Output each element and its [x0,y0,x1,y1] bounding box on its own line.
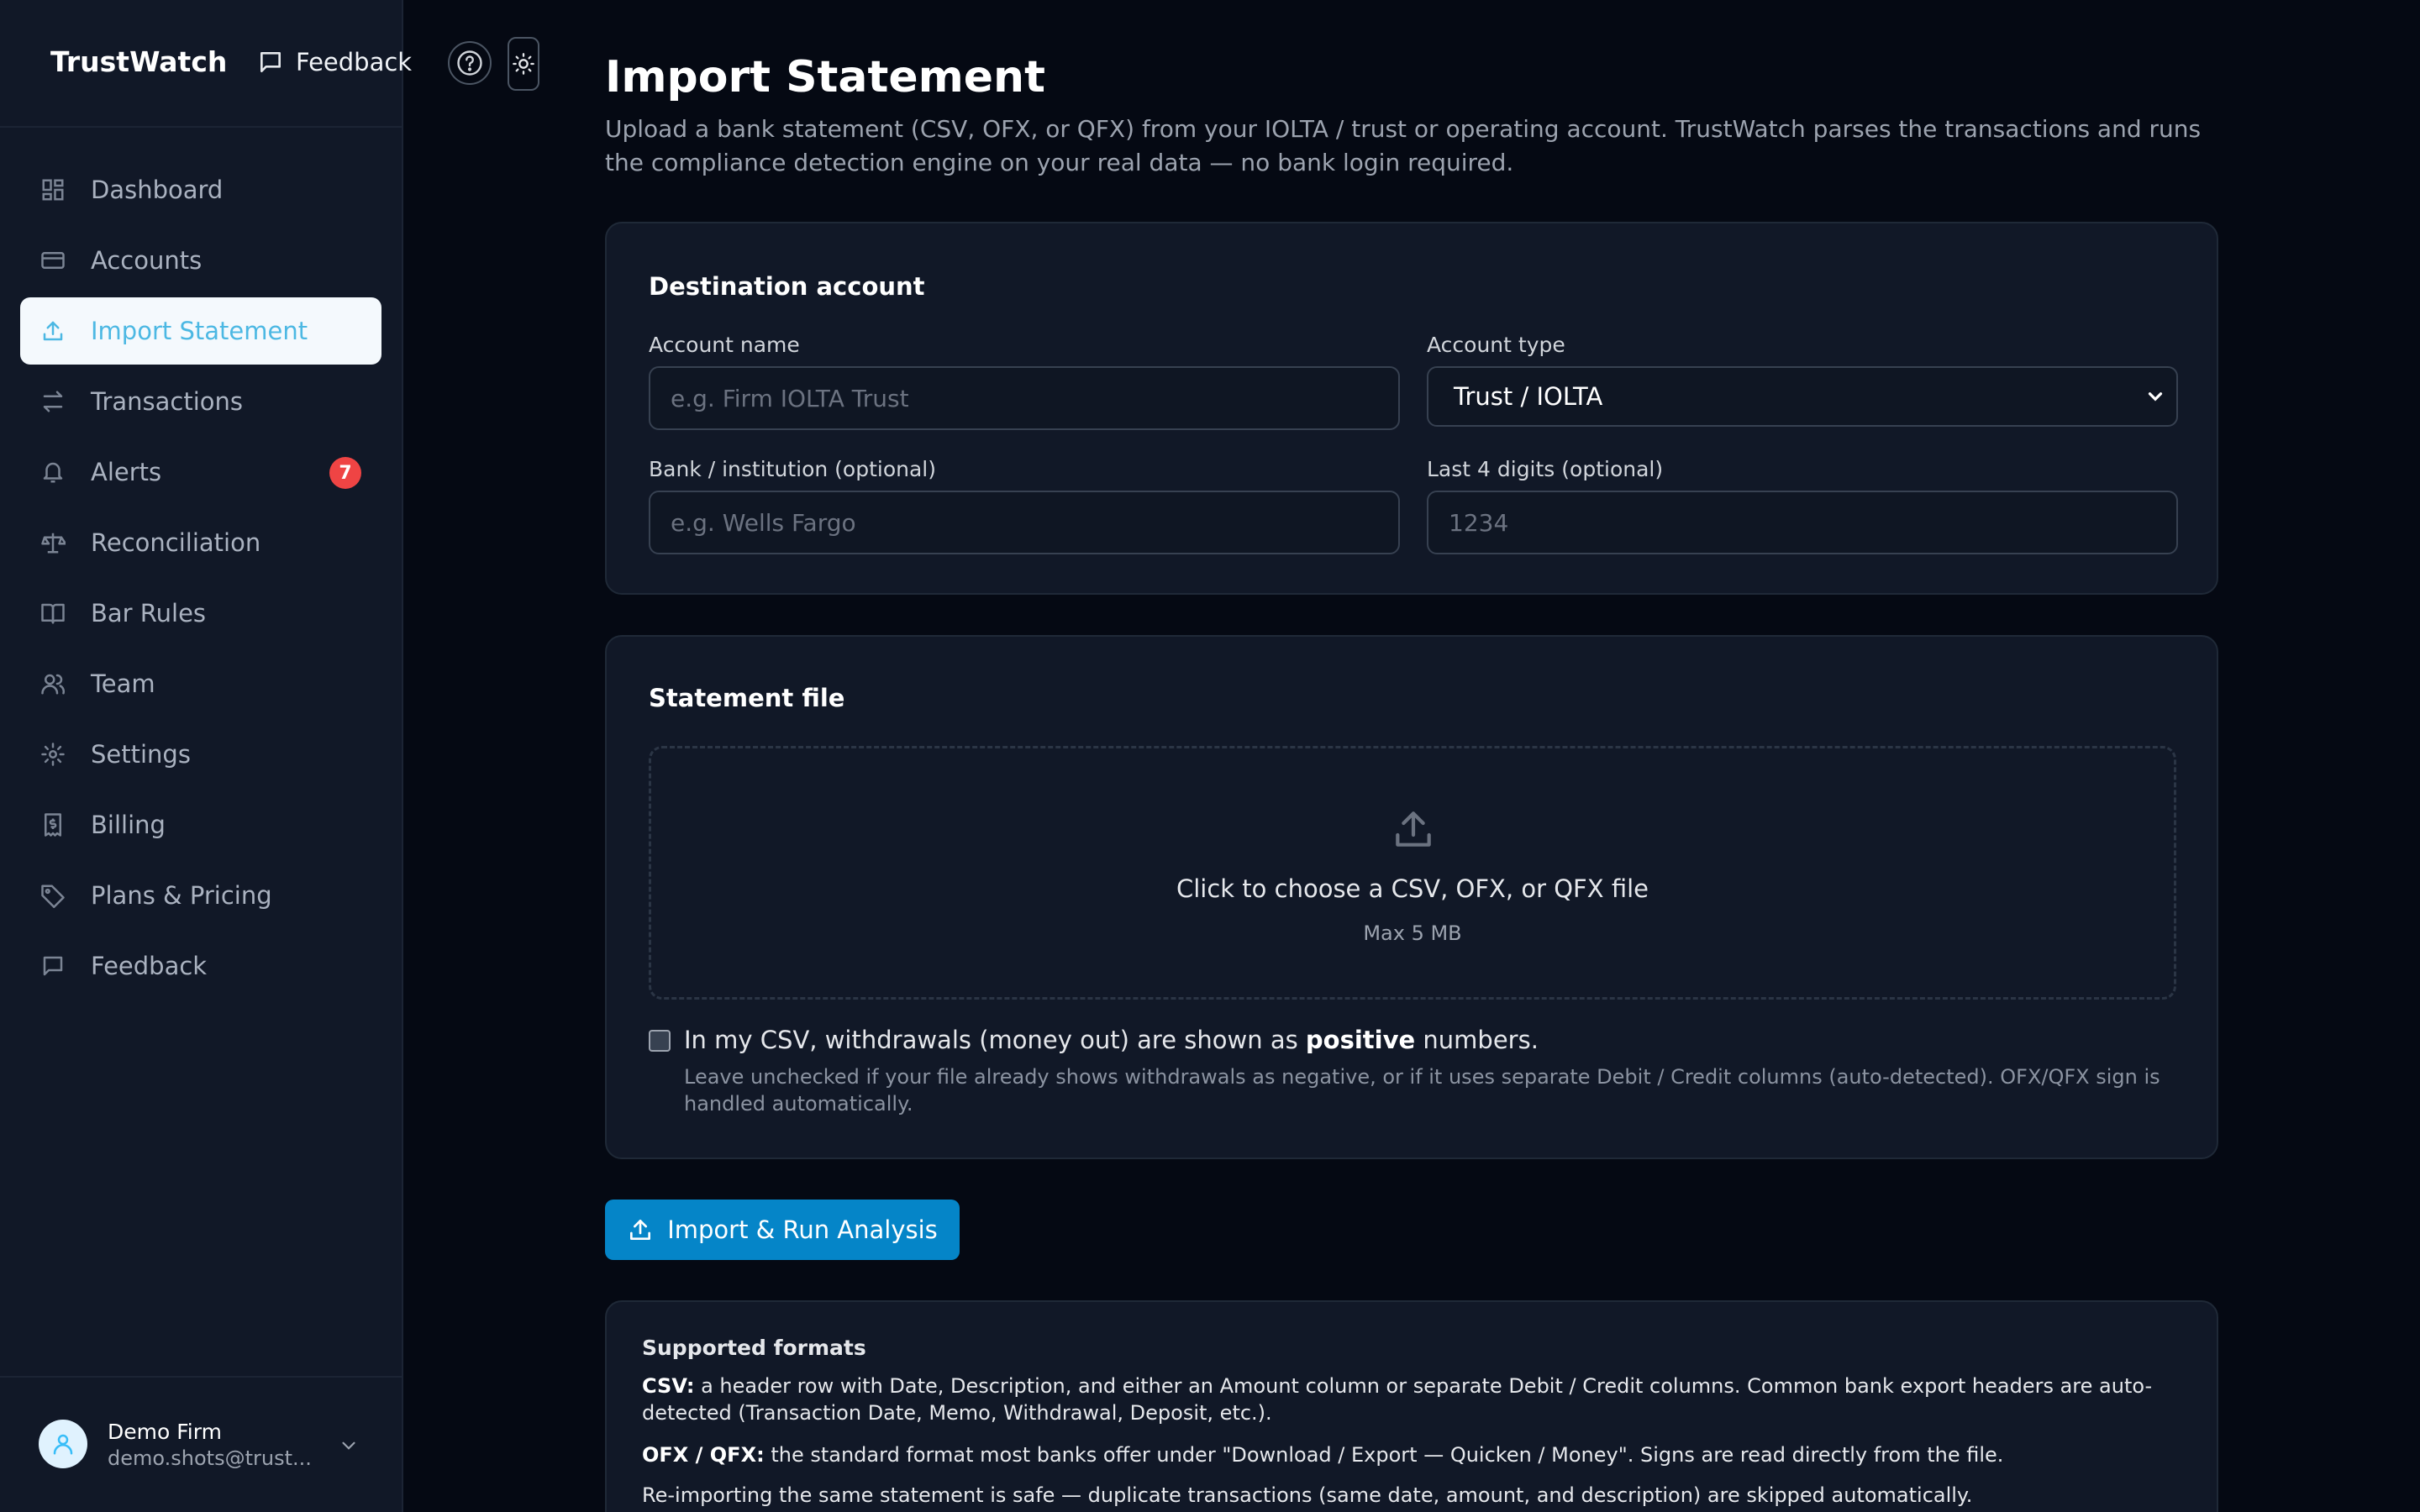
sidebar-header: TrustWatch Feedback [0,0,412,128]
tag-icon [41,885,65,908]
user-menu[interactable]: Demo Firm demo.shots@trust... [0,1376,403,1512]
message-icon [43,956,63,976]
checkbox-help-text: Leave unchecked if your file already sho… [684,1065,2160,1116]
positive-withdrawals-checkbox[interactable] [649,1030,671,1052]
chevron-down-icon [2148,392,2163,402]
scale-icon [41,533,66,554]
sidebar-item-label: Accounts [91,246,203,275]
sidebar-item-label: Bar Rules [91,599,207,627]
ofx-format-label: OFX / QFX: [642,1443,765,1467]
upload-icon [1396,811,1431,847]
statement-file-title: Statement file [649,684,845,712]
grid-icon [42,179,64,201]
chevron-down-icon [342,1441,355,1450]
file-dropzone[interactable]: Click to choose a CSV, OFX, or QFX file … [649,746,2176,1000]
positive-withdrawals-label[interactable]: In my CSV, withdrawals (money out) are s… [684,1026,1539,1054]
account-name-label: Account name [649,333,800,357]
supported-formats-title: Supported formats [642,1336,866,1360]
sidebar-item-import-statement[interactable]: Import Statement [20,297,381,365]
upload-icon [630,1220,651,1240]
upload-icon [43,321,63,341]
import-button-label: Import & Run Analysis [667,1215,938,1244]
supported-formats-card: Supported formats CSV: a header row with… [605,1300,2218,1512]
ofx-format-desc: the standard format most banks offer und… [771,1443,2004,1467]
book-icon [41,603,65,624]
destination-account-title: Destination account [649,272,925,301]
avatar [39,1420,87,1468]
alerts-count-badge: 7 [329,457,361,489]
sidebar-item-label: Settings [91,740,191,769]
dropzone-max-size: Max 5 MB [1363,921,1462,945]
page-title: Import Statement [605,52,1045,102]
destination-account-card: Destination account Account name Account… [605,222,2218,595]
feedback-header-label: Feedback [296,48,413,76]
message-icon [260,52,281,72]
arrows-icon [43,391,63,412]
sidebar-item-transactions[interactable]: Transactions [20,368,381,435]
sidebar-item-label: Import Statement [91,317,308,345]
csv-format-label: CSV: [642,1374,695,1398]
gear-icon [41,743,65,766]
sidebar-item-label: Feedback [91,952,208,980]
last4-input[interactable] [1427,491,2178,554]
sidebar-item-label: Team [91,669,155,698]
feedback-header-button[interactable]: Feedback [257,44,412,81]
user-icon [53,1434,73,1455]
help-icon [457,50,482,76]
import-run-analysis-button[interactable]: Import & Run Analysis [605,1200,960,1260]
csv-format-text: CSV: a header row with Date, Description… [642,1373,2180,1426]
sidebar-item-bar-rules[interactable]: Bar Rules [20,580,381,647]
account-type-label: Account type [1427,333,1565,357]
account-name-input[interactable] [649,366,1400,430]
sidebar-item-label: Reconciliation [91,528,261,557]
brand-logo[interactable]: TrustWatch [50,45,227,78]
sidebar-item-accounts[interactable]: Accounts [20,227,381,294]
app-root: TrustWatch Feedback Dashboard Accounts I… [0,0,2420,1512]
page-description: Upload a bank statement (CSV, OFX, or QF… [605,115,2202,176]
sun-icon [513,53,534,75]
checkbox-label-bold: positive [1305,1026,1416,1054]
user-name: Demo Firm [108,1420,222,1444]
statement-file-card: Statement file Click to choose a CSV, OF… [605,635,2218,1159]
receipt-icon [45,813,61,837]
card-icon [41,252,65,269]
sidebar: TrustWatch Feedback Dashboard Accounts I… [0,0,412,1512]
account-type-select[interactable]: Trust / IOLTA [1427,366,2178,427]
sidebar-item-dashboard[interactable]: Dashboard [20,156,381,223]
last4-label: Last 4 digits (optional) [1427,457,1664,481]
sidebar-item-billing[interactable]: Billing [20,791,381,858]
users-icon [41,674,66,695]
sidebar-item-label: Plans & Pricing [91,881,272,910]
sidebar-item-label: Dashboard [91,176,224,204]
checkbox-label-prefix: In my CSV, withdrawals (money out) are s… [684,1026,1298,1054]
sidebar-item-plans-pricing[interactable]: Plans & Pricing [20,862,381,929]
reimport-note: Re-importing the same statement is safe … [642,1483,1973,1507]
sidebar-nav: Dashboard Accounts Import Statement Tran… [20,156,381,1003]
sidebar-item-team[interactable]: Team [20,650,381,717]
theme-toggle-button[interactable] [508,37,539,91]
bank-input[interactable] [649,491,1400,554]
sidebar-item-reconciliation[interactable]: Reconciliation [20,509,381,576]
checkbox-label-suffix: numbers. [1423,1026,1539,1054]
sidebar-item-label: Billing [91,811,166,839]
sidebar-item-alerts[interactable]: Alerts 7 [20,438,381,506]
bell-icon [43,462,63,483]
sidebar-item-feedback[interactable]: Feedback [20,932,381,1000]
sidebar-item-label: Transactions [91,387,244,416]
sidebar-item-settings[interactable]: Settings [20,721,381,788]
sidebar-item-label: Alerts [91,458,162,486]
user-email: demo.shots@trust... [108,1446,312,1470]
csv-format-desc: a header row with Date, Description, and… [642,1374,2153,1425]
ofx-format-text: OFX / QFX: the standard format most bank… [642,1441,2180,1468]
bank-label: Bank / institution (optional) [649,457,936,481]
help-button[interactable] [448,41,492,85]
dropzone-text: Click to choose a CSV, OFX, or QFX file [1176,874,1649,903]
account-type-value: Trust / IOLTA [1454,382,1603,411]
